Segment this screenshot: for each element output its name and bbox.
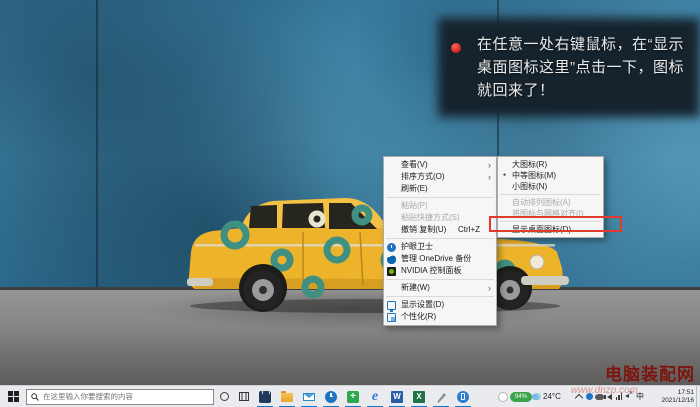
red-marker-icon: [451, 43, 461, 53]
annotation-line: 就回来了！: [477, 79, 697, 102]
menu-item-undo-copy[interactable]: 撤销 复制(U)Ctrl+Z: [384, 224, 496, 236]
annotation-line: 桌面图标这里”点击一下，图标: [477, 56, 697, 79]
internet-explorer-icon: e: [369, 391, 381, 403]
battery-widget-dot-icon: [498, 392, 508, 402]
task-view-icon: [239, 392, 249, 401]
taskbar-app-excel[interactable]: X: [408, 386, 430, 407]
eye-guard-clock-icon: [387, 243, 396, 252]
url-watermark: www.dnzp.com: [571, 385, 638, 396]
battery-percentage-badge: 94%: [510, 392, 532, 402]
word-icon: W: [391, 391, 403, 403]
menu-item-sort-by[interactable]: 排序方式(O): [384, 171, 496, 183]
menu-item-eye-guard[interactable]: 护眼卫士: [384, 241, 496, 253]
menu-separator: [386, 238, 494, 239]
personalize-icon: [387, 313, 396, 322]
cortana-button[interactable]: [214, 386, 234, 407]
green-cross-app-icon: +: [347, 391, 359, 403]
menu-item-new[interactable]: 新建(W): [384, 282, 496, 294]
menu-item-display-settings[interactable]: 显示设置(D): [384, 299, 496, 311]
submenu-item-auto-arrange[interactable]: 自动排列图标(A): [498, 197, 603, 208]
battery-widget[interactable]: 94%: [498, 392, 532, 402]
submenu-item-large-icons[interactable]: 大图标(R): [498, 159, 603, 170]
menu-item-nvidia-control-panel[interactable]: NVIDIA 控制面板: [384, 265, 496, 277]
desktop-screen: 在任意一处右键鼠标，在“显示 桌面图标这里”点击一下，图标 就回来了！ 电脑装配…: [0, 0, 700, 407]
taskbar-app-pen[interactable]: [430, 386, 452, 407]
submenu-item-medium-icons[interactable]: 中等图标(M): [498, 170, 603, 181]
eye-guard-clock-icon: [325, 391, 337, 403]
taskbar-app-green-cross[interactable]: +: [342, 386, 364, 407]
taskbar-app-store[interactable]: [254, 386, 276, 407]
taskbar-app-internet-explorer[interactable]: e: [364, 386, 386, 407]
phone-companion-icon: [457, 391, 469, 403]
taskbar-app-file-explorer[interactable]: [276, 386, 298, 407]
taskbar-search-box[interactable]: [26, 389, 214, 405]
display-settings-icon: [387, 301, 396, 310]
weather-icon: [532, 393, 541, 400]
store-icon: [259, 391, 271, 403]
taskbar-app-eye-guard[interactable]: [320, 386, 342, 407]
nvidia-icon: [387, 267, 396, 276]
menu-item-paste-shortcut[interactable]: 粘贴快捷方式(S): [384, 212, 496, 224]
search-input[interactable]: [39, 392, 209, 401]
show-desktop-button[interactable]: [696, 386, 700, 407]
search-icon: [31, 393, 39, 401]
shortcut-label: Ctrl+Z: [458, 224, 480, 236]
desktop-context-menu: 查看(V) 排序方式(O) 刷新(E) 粘贴(P) 粘贴快捷方式(S) 撤销 复…: [383, 156, 497, 326]
taskbar-app-phone-companion[interactable]: [452, 386, 474, 407]
submenu-item-small-icons[interactable]: 小图标(N): [498, 181, 603, 192]
menu-item-view[interactable]: 查看(V): [384, 159, 496, 171]
menu-item-paste[interactable]: 粘贴(P): [384, 200, 496, 212]
taskbar-app-mail[interactable]: [298, 386, 320, 407]
menu-separator: [386, 296, 494, 297]
date-label: 2021/12/16: [646, 397, 694, 405]
taskbar-clock[interactable]: 17:51 2021/12/16: [646, 389, 696, 405]
time-label: 17:51: [646, 389, 694, 397]
menu-item-personalize[interactable]: 个性化(R): [384, 311, 496, 323]
wall-seam: [96, 0, 98, 287]
task-view-button[interactable]: [234, 386, 254, 407]
menu-separator: [386, 279, 494, 280]
windows-logo-icon: [8, 391, 19, 402]
temperature-label: 24°C: [543, 392, 561, 401]
pen-app-icon: [435, 391, 447, 403]
file-explorer-icon: [281, 393, 293, 402]
taskbar-app-word[interactable]: W: [386, 386, 408, 407]
cortana-icon: [220, 392, 229, 401]
menu-item-refresh[interactable]: 刷新(E): [384, 183, 496, 195]
excel-icon: X: [413, 391, 425, 403]
annotation-line: 在任意一处右键鼠标，在“显示: [477, 33, 697, 56]
red-highlight-box: [489, 216, 622, 232]
menu-separator: [386, 197, 494, 198]
menu-item-onedrive-backup[interactable]: 管理 OneDrive 备份: [384, 253, 496, 265]
mail-icon: [303, 393, 315, 401]
start-button[interactable]: [0, 386, 26, 407]
site-watermark: 电脑装配网: [605, 360, 695, 385]
menu-separator: [500, 194, 601, 195]
weather-widget[interactable]: 24°C: [532, 392, 574, 401]
tutorial-annotation: 在任意一处右键鼠标，在“显示 桌面图标这里”点击一下，图标 就回来了！: [477, 33, 697, 102]
onedrive-cloud-icon: [387, 255, 396, 264]
